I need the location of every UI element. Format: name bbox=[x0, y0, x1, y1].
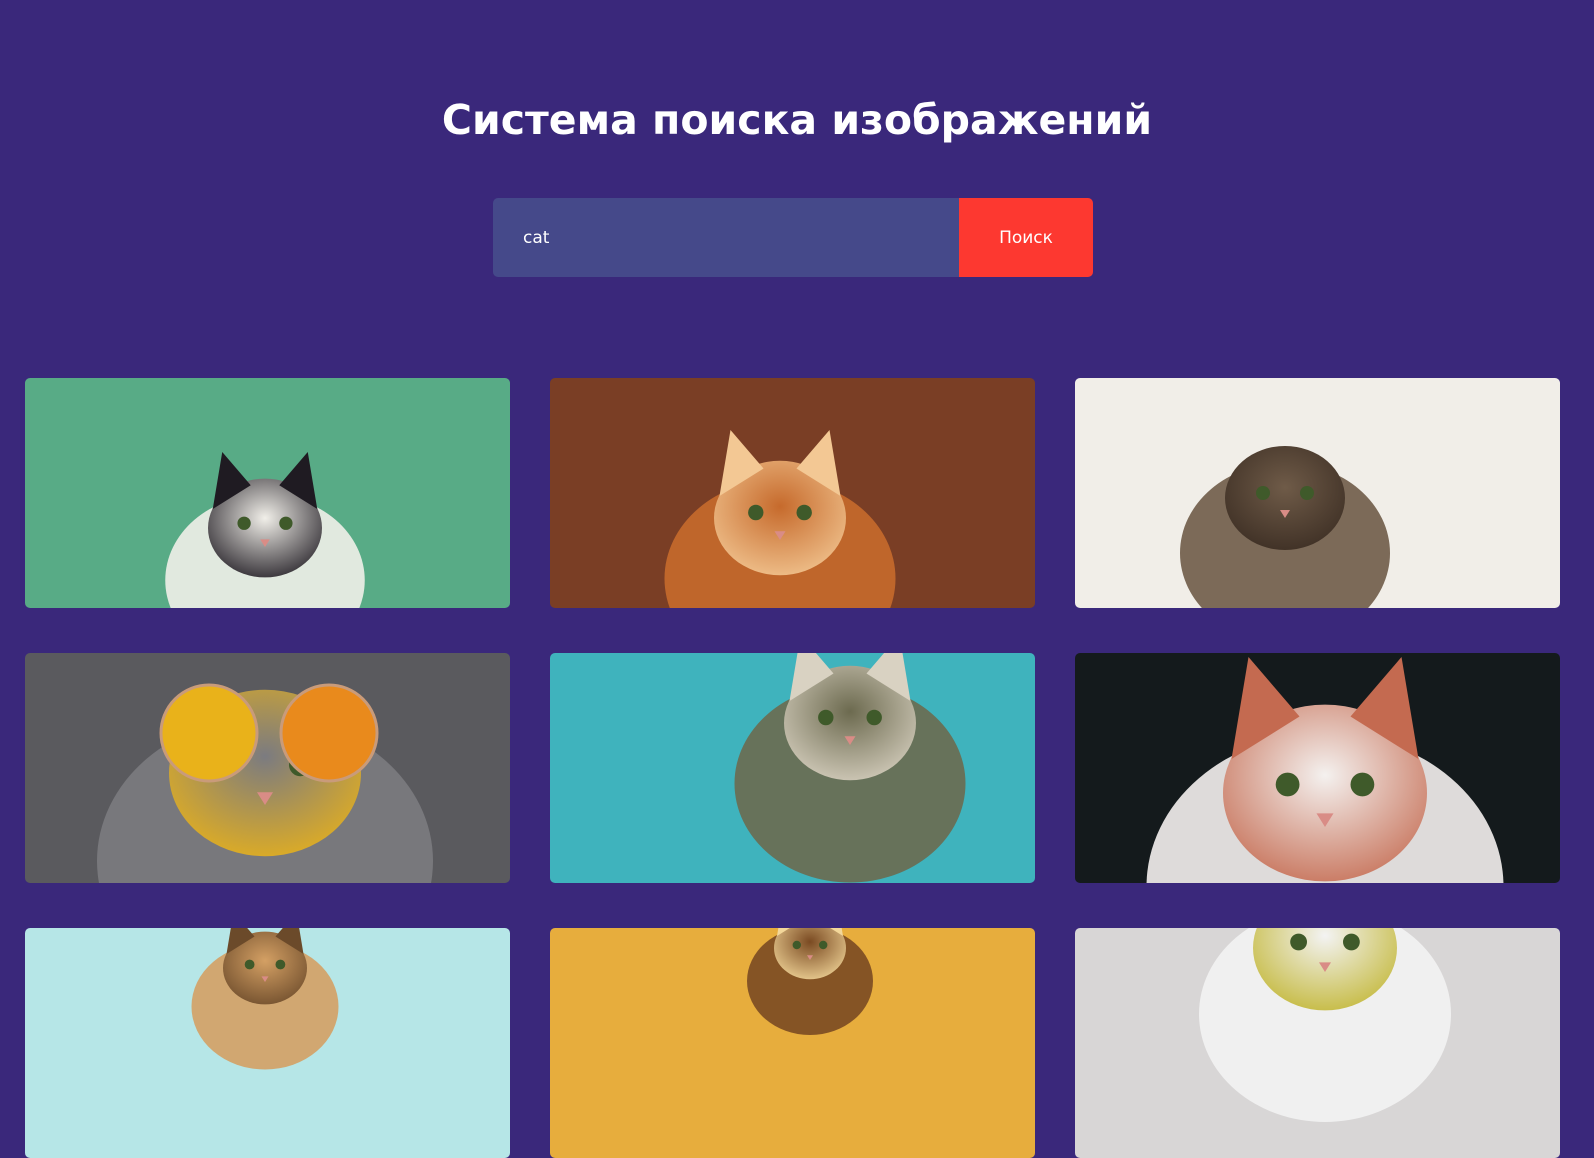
cat-photo bbox=[1075, 378, 1560, 608]
sunglasses-lens-right bbox=[279, 683, 379, 783]
image-results-grid bbox=[25, 378, 1560, 1158]
search-form: Поиск bbox=[493, 198, 1093, 277]
cat-image-6[interactable] bbox=[1075, 653, 1560, 883]
cat-eye-left bbox=[748, 504, 764, 521]
cat-photo bbox=[550, 653, 1035, 883]
cat-eye-right bbox=[866, 709, 882, 726]
cat-eye-left bbox=[1275, 772, 1300, 797]
cat-photo bbox=[25, 378, 510, 608]
search-button[interactable]: Поиск bbox=[959, 198, 1093, 277]
cat-photo bbox=[1075, 928, 1560, 1158]
cat-eye-left bbox=[792, 940, 801, 950]
cat-eye-left bbox=[1256, 486, 1270, 500]
cat-photo bbox=[550, 928, 1035, 1158]
cat-eye-left bbox=[818, 709, 834, 726]
cat-image-3[interactable] bbox=[1075, 378, 1560, 608]
cat-eye-right bbox=[275, 959, 286, 970]
cat-eye-right bbox=[1350, 772, 1375, 797]
cat-head bbox=[1225, 446, 1345, 550]
cat-photo bbox=[550, 378, 1035, 608]
cat-eye-left bbox=[237, 516, 251, 530]
cat-image-4[interactable] bbox=[25, 653, 510, 883]
cat-image-9[interactable] bbox=[1075, 928, 1560, 1158]
cat-eye-right bbox=[819, 940, 828, 950]
cat-eye-right bbox=[796, 504, 812, 521]
sunglasses-lens-left bbox=[159, 683, 259, 783]
cat-eye-right bbox=[1300, 486, 1314, 500]
cat-eye-right bbox=[279, 516, 293, 530]
cat-image-2[interactable] bbox=[550, 378, 1035, 608]
cat-eye-right bbox=[1343, 933, 1360, 951]
search-input[interactable] bbox=[493, 198, 959, 277]
cat-image-5[interactable] bbox=[550, 653, 1035, 883]
cat-photo bbox=[25, 928, 510, 1158]
cat-eye-left bbox=[1290, 933, 1307, 951]
page-title: Система поиска изображений bbox=[441, 96, 1153, 144]
cat-photo bbox=[25, 653, 510, 883]
cat-image-8[interactable] bbox=[550, 928, 1035, 1158]
cat-image-7[interactable] bbox=[25, 928, 510, 1158]
cat-image-1[interactable] bbox=[25, 378, 510, 608]
cat-photo bbox=[1075, 653, 1560, 883]
cat-eye-left bbox=[244, 959, 255, 970]
